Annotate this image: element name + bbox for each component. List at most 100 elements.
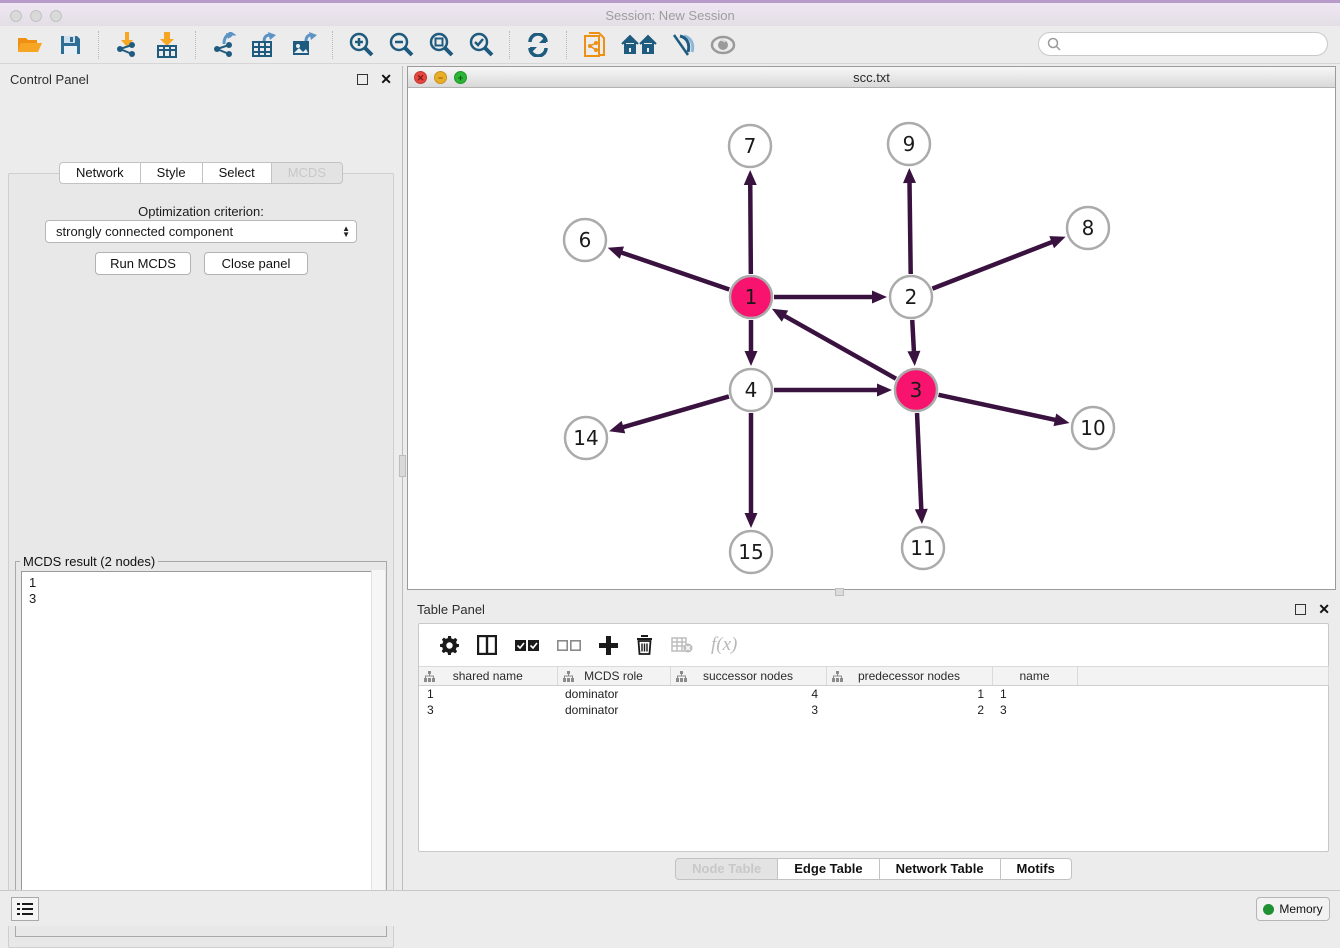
edge-3-11[interactable] (917, 413, 921, 512)
table-tab-motifs[interactable]: Motifs (1001, 858, 1072, 880)
search-input[interactable] (1066, 37, 1327, 52)
control-tab-select[interactable]: Select (203, 162, 272, 184)
column-header-name[interactable]: name (992, 667, 1077, 686)
zoom-fit-icon[interactable] (426, 30, 456, 60)
column-header-predecessor-nodes[interactable]: predecessor nodes (826, 667, 992, 686)
import-table-icon[interactable] (152, 30, 182, 60)
cell-name[interactable]: 3 (992, 702, 1077, 718)
app-titlebar: Session: New Session (0, 0, 1340, 26)
zoom-out-icon[interactable] (386, 30, 416, 60)
table-panel-close-icon[interactable]: ✕ (1318, 601, 1330, 618)
node-label-14: 14 (573, 426, 598, 450)
edge-arrowhead (1049, 236, 1065, 248)
add-row-icon[interactable] (599, 636, 618, 655)
cell-successor-nodes[interactable]: 4 (670, 686, 826, 702)
export-image-icon[interactable] (289, 30, 319, 60)
result-scrollbar[interactable] (371, 570, 385, 920)
edge-2-8[interactable] (932, 241, 1054, 289)
table-row[interactable]: 3dominator323 (419, 702, 1328, 718)
edge-2-3[interactable] (912, 320, 914, 354)
cell-shared-name[interactable]: 1 (419, 686, 557, 702)
edge-1-6[interactable] (619, 252, 729, 290)
table-panel-float-icon[interactable] (1295, 604, 1306, 615)
node-label-15: 15 (738, 540, 763, 564)
network-view-window: ✕ − + scc.txt 7968124314101511 (407, 66, 1336, 590)
node-label-8: 8 (1082, 216, 1095, 240)
vertical-splitter-grip[interactable] (399, 455, 406, 477)
toolbar-separator (195, 31, 196, 59)
cell-predecessor-nodes[interactable]: 1 (826, 686, 992, 702)
edge-3-1[interactable] (782, 315, 896, 379)
column-header-mcds-role[interactable]: MCDS role (557, 667, 670, 686)
table-tab-edge-table[interactable]: Edge Table (778, 858, 879, 880)
toolbar-separator (566, 31, 567, 59)
control-tab-style[interactable]: Style (141, 162, 203, 184)
edge-2-9[interactable] (909, 180, 910, 274)
control-panel: Control Panel ✕ Optimization criterion: … (0, 66, 402, 890)
task-history-button[interactable] (11, 897, 39, 921)
memory-button[interactable]: Memory (1256, 897, 1330, 921)
delete-row-icon[interactable] (636, 635, 653, 655)
network-window-titlebar[interactable]: ✕ − + scc.txt (408, 67, 1335, 88)
show-column-panel-icon[interactable] (477, 635, 497, 655)
table-settings-gear-icon[interactable] (440, 636, 459, 655)
edge-arrowhead (872, 291, 887, 304)
horizontal-splitter-grip[interactable] (835, 588, 844, 596)
control-panel-title: Control Panel (10, 72, 89, 87)
cell-mcds-role[interactable]: dominator (557, 686, 670, 702)
node-label-11: 11 (910, 536, 935, 560)
control-panel-float-icon[interactable] (357, 74, 368, 85)
zoom-in-icon[interactable] (346, 30, 376, 60)
export-network-icon[interactable] (209, 30, 239, 60)
edge-arrowhead (1054, 413, 1070, 426)
clone-network-icon[interactable] (580, 30, 610, 60)
edge-arrowhead (745, 351, 758, 366)
delete-table-icon (671, 637, 693, 653)
open-session-icon[interactable] (15, 30, 45, 60)
edge-arrowhead (915, 509, 928, 524)
select-all-checkboxes-icon[interactable] (515, 639, 539, 652)
edge-1-7[interactable] (750, 182, 751, 274)
network-window-title: scc.txt (408, 70, 1335, 85)
control-tab-mcds[interactable]: MCDS (272, 162, 343, 184)
mcds-result-text[interactable]: 1 3 (21, 571, 379, 923)
export-table-icon[interactable] (249, 30, 279, 60)
edge-3-10[interactable] (938, 395, 1057, 421)
deselect-all-checkboxes-icon[interactable] (557, 639, 581, 652)
cell-predecessor-nodes[interactable]: 2 (826, 702, 992, 718)
hide-graphics-details-icon[interactable] (668, 30, 698, 60)
cell-shared-name[interactable]: 3 (419, 702, 557, 718)
edge-arrowhead (907, 351, 920, 366)
global-search-field[interactable] (1038, 32, 1328, 56)
edge-arrowhead (877, 384, 892, 397)
import-network-icon[interactable] (112, 30, 142, 60)
home-view-icon[interactable] (620, 30, 658, 60)
node-label-7: 7 (744, 134, 757, 158)
network-canvas[interactable]: 7968124314101511 (408, 88, 1335, 589)
cell-mcds-role[interactable]: dominator (557, 702, 670, 718)
apply-layout-icon[interactable] (523, 30, 553, 60)
toolbar-separator (332, 31, 333, 59)
cell-successor-nodes[interactable]: 3 (670, 702, 826, 718)
control-panel-close-icon[interactable]: ✕ (380, 71, 392, 88)
criterion-select[interactable]: strongly connected component ▲▼ (45, 220, 357, 243)
control-panel-tabs: NetworkStyleSelectMCDS (0, 162, 402, 184)
zoom-selected-icon[interactable] (466, 30, 496, 60)
toolbar-separator (98, 31, 99, 59)
run-mcds-button[interactable]: Run MCDS (95, 252, 191, 275)
save-session-icon[interactable] (55, 30, 85, 60)
close-panel-button[interactable]: Close panel (204, 252, 308, 275)
control-tab-network[interactable]: Network (59, 162, 141, 184)
table-tab-network-table[interactable]: Network Table (880, 858, 1001, 880)
edge-4-14[interactable] (621, 396, 729, 428)
table-tab-node-table[interactable]: Node Table (675, 858, 778, 880)
show-graphics-details-icon[interactable] (708, 30, 738, 60)
table-panel: Table Panel ✕ (407, 596, 1340, 890)
memory-label: Memory (1279, 902, 1322, 916)
column-header-shared-name[interactable]: shared name (419, 667, 557, 686)
column-header-successor-nodes[interactable]: successor nodes (670, 667, 826, 686)
table-row[interactable]: 1dominator411 (419, 686, 1328, 702)
toolbar-separator (509, 31, 510, 59)
cell-name[interactable]: 1 (992, 686, 1077, 702)
node-table[interactable]: shared nameMCDS rolesuccessor nodesprede… (419, 666, 1329, 718)
